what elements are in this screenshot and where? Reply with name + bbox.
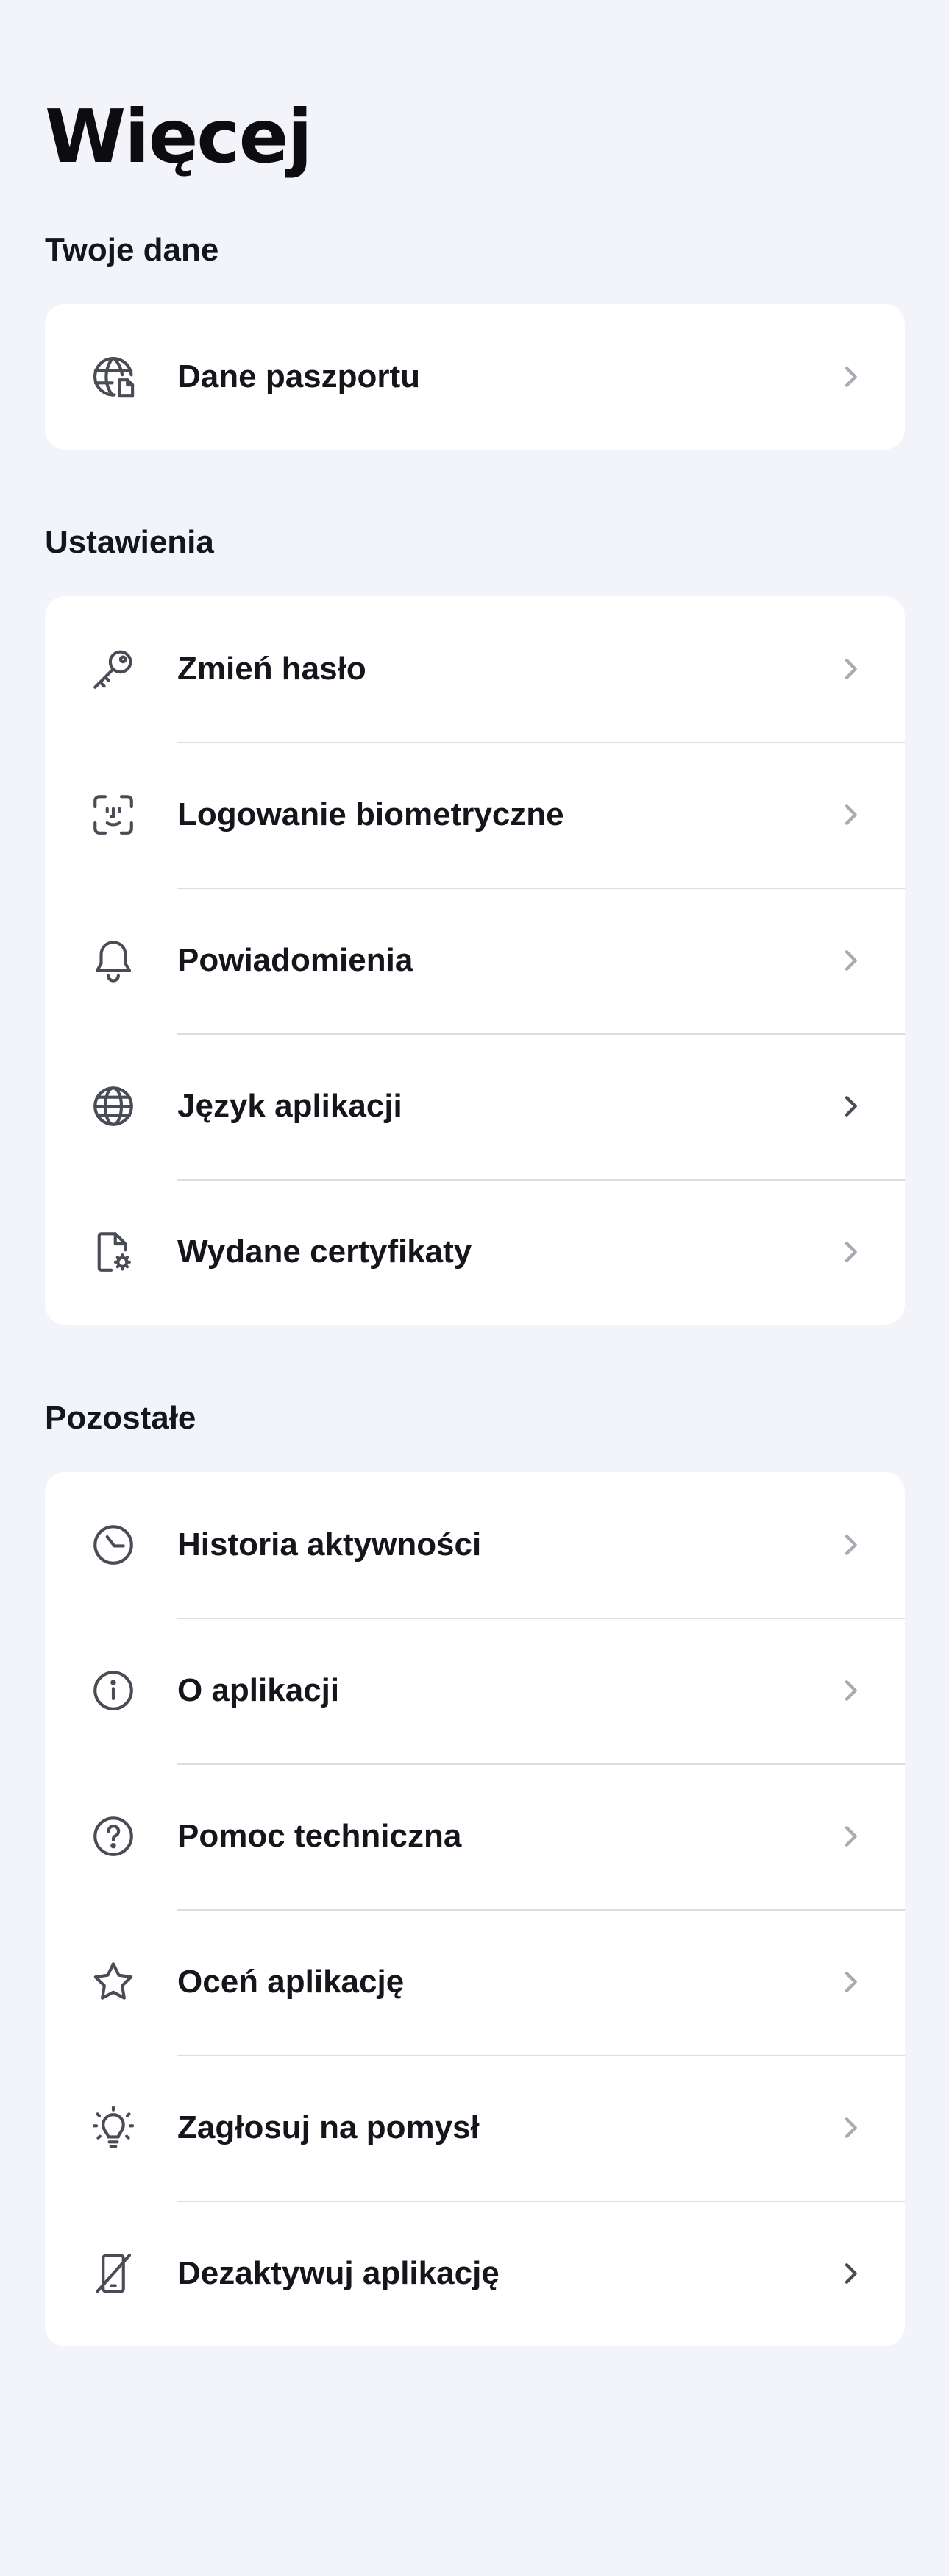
chevron-right-icon bbox=[836, 1091, 865, 1121]
chevron-right-icon bbox=[836, 800, 865, 829]
menu-item-label: Logowanie biometryczne bbox=[177, 796, 564, 832]
clock-icon bbox=[89, 1521, 138, 1569]
menu-item-jezyk-aplikacji[interactable]: Język aplikacji bbox=[45, 1033, 905, 1179]
menu-item-pomoc-techniczna[interactable]: Pomoc techniczna bbox=[45, 1763, 905, 1909]
info-icon bbox=[89, 1666, 138, 1715]
menu-item-label: Wydane certyfikaty bbox=[177, 1234, 472, 1270]
section-heading-twoje-dane: Twoje dane bbox=[45, 232, 219, 268]
phone-off-icon bbox=[89, 2249, 138, 2298]
lightbulb-icon bbox=[89, 2103, 138, 2152]
menu-item-label: Zagłosuj na pomysł bbox=[177, 2109, 480, 2145]
menu-item-dane-paszportu[interactable]: Dane paszportu bbox=[45, 304, 905, 450]
key-icon bbox=[89, 645, 138, 693]
chevron-right-icon bbox=[836, 1822, 865, 1851]
page-title: Więcej bbox=[45, 93, 313, 180]
menu-item-label: Dezaktywuj aplikację bbox=[177, 2255, 500, 2291]
star-icon bbox=[89, 1958, 138, 2006]
menu-item-label: Dane paszportu bbox=[177, 358, 421, 394]
chevron-right-icon bbox=[836, 654, 865, 684]
menu-item-powiadomienia[interactable]: Powiadomienia bbox=[45, 888, 905, 1033]
face-id-icon bbox=[89, 790, 138, 839]
menu-item-zmien-haslo[interactable]: Zmień hasło bbox=[45, 596, 905, 742]
menu-item-label: Pomoc techniczna bbox=[177, 1818, 462, 1854]
globe-document-icon bbox=[89, 353, 138, 401]
menu-item-o-aplikacji[interactable]: O aplikacji bbox=[45, 1618, 905, 1763]
menu-item-label: Powiadomienia bbox=[177, 942, 413, 978]
chevron-right-icon bbox=[836, 1530, 865, 1560]
menu-item-label: O aplikacji bbox=[177, 1672, 340, 1708]
menu-item-ocen-aplikacje[interactable]: Oceń aplikację bbox=[45, 1909, 905, 2055]
chevron-right-icon bbox=[836, 362, 865, 392]
menu-item-logowanie-biometryczne[interactable]: Logowanie biometryczne bbox=[45, 742, 905, 888]
chevron-right-icon bbox=[836, 2113, 865, 2142]
chevron-right-icon bbox=[836, 1967, 865, 1997]
menu-item-label: Oceń aplikację bbox=[177, 1964, 405, 2000]
menu-item-label: Zmień hasło bbox=[177, 651, 366, 687]
menu-item-label: Język aplikacji bbox=[177, 1088, 402, 1124]
card-pozostale: Historia aktywności O aplikacji Pomoc te… bbox=[45, 1472, 905, 2346]
chevron-right-icon bbox=[836, 2259, 865, 2288]
menu-item-dezaktywuj-aplikacje[interactable]: Dezaktywuj aplikację bbox=[45, 2201, 905, 2346]
bell-icon bbox=[89, 936, 138, 985]
menu-item-zaglosuj-na-pomysl[interactable]: Zagłosuj na pomysł bbox=[45, 2055, 905, 2201]
menu-item-label: Historia aktywności bbox=[177, 1526, 482, 1563]
chevron-right-icon bbox=[836, 946, 865, 975]
card-twoje-dane: Dane paszportu bbox=[45, 304, 905, 450]
menu-item-historia-aktywnosci[interactable]: Historia aktywności bbox=[45, 1472, 905, 1618]
section-heading-pozostale: Pozostałe bbox=[45, 1400, 196, 1436]
menu-item-wydane-certyfikaty[interactable]: Wydane certyfikaty bbox=[45, 1179, 905, 1325]
globe-icon bbox=[89, 1082, 138, 1130]
chevron-right-icon bbox=[836, 1676, 865, 1705]
certificate-document-icon bbox=[89, 1228, 138, 1276]
card-ustawienia: Zmień hasło Logowanie biometryczne Powia… bbox=[45, 596, 905, 1325]
chevron-right-icon bbox=[836, 1237, 865, 1267]
help-icon bbox=[89, 1812, 138, 1861]
section-heading-ustawienia: Ustawienia bbox=[45, 524, 214, 560]
